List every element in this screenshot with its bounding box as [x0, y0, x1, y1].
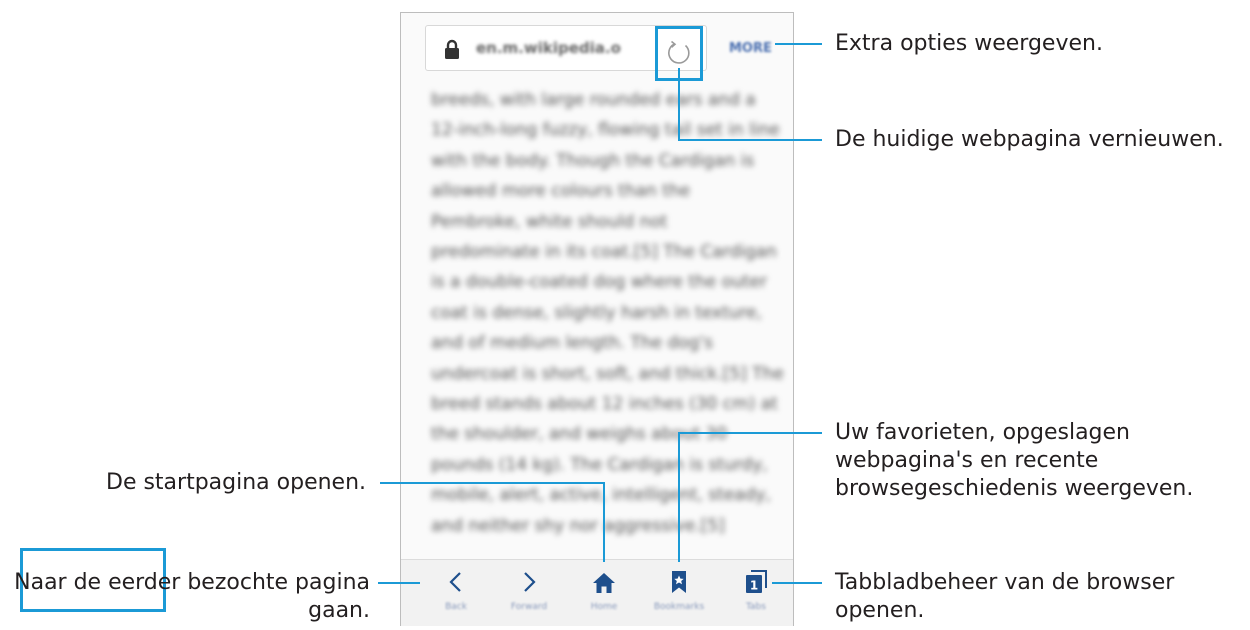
chevron-left-icon: [449, 572, 461, 592]
bookmarks-button[interactable]: Bookmarks: [646, 560, 712, 626]
content-line: with the body. Though the Cardigan is: [431, 150, 755, 171]
tabs-leader-line: [772, 582, 822, 584]
lock-icon: [445, 39, 459, 59]
home-leader-vertical: [603, 482, 605, 562]
callout-tabs: Tabbladbeheer van de browser openen.: [835, 569, 1174, 625]
more-leader-line: [775, 43, 822, 45]
content-line: predominate in its coat.[5] The Cardigan: [431, 242, 777, 263]
content-line: coat is dense, slightly harsh in texture…: [431, 302, 763, 323]
content-line: Pembroke, white should not: [431, 211, 668, 232]
content-line: undercoat is short, soft, and thick.[5] …: [431, 363, 784, 384]
callout-refresh: De huidige webpagina vernieuwen.: [835, 127, 1224, 152]
content-line: pounds (14 kg). The Cardigan is sturdy,: [431, 454, 768, 475]
callout-more: Extra opties weergeven.: [835, 31, 1103, 56]
callout-back-forward-line: Naar de eerder bezochte pagina: [14, 570, 370, 595]
browser-screen: en.m.wikipedia.o MORE breeds, with large…: [400, 12, 794, 626]
tabs-label: Tabs: [746, 602, 766, 612]
callout-back-forward-line: gaan.: [308, 598, 370, 623]
content-line: the shoulder, and weighs about 30: [431, 424, 728, 445]
content-line: breed stands about 12 inches (30 cm) at: [431, 394, 778, 415]
home-leader-horizontal: [380, 482, 605, 484]
bottom-navigation-bar: Back Forward Home Bookmarks 1 Tabs: [401, 559, 793, 626]
bookmarks-leader-horizontal: [678, 432, 822, 434]
callout-bookmarks-line: Uw favorieten, opgeslagen: [835, 420, 1131, 445]
callout-bookmarks: Uw favorieten, opgeslagen webpagina's en…: [835, 419, 1193, 503]
callout-home: De startpagina openen.: [106, 470, 367, 495]
callout-bookmarks-line: browsegeschiedenis weergeven.: [835, 476, 1194, 501]
content-line: allowed more colours than the: [431, 181, 691, 202]
refresh-leader-horizontal: [678, 139, 822, 141]
content-line: and neither shy nor aggressive.[5]: [431, 515, 725, 536]
back-button[interactable]: Back: [423, 560, 489, 626]
content-line: and of medium length. The dog's: [431, 333, 713, 354]
home-button[interactable]: Home: [571, 560, 637, 626]
bookmarks-leader-vertical: [678, 432, 680, 562]
home-label: Home: [590, 602, 618, 612]
home-icon: [593, 573, 615, 593]
callout-tabs-line: openen.: [835, 598, 925, 623]
bookmark-icon: [672, 571, 686, 593]
tab-count: 1: [750, 579, 758, 593]
content-line: is a double-coated dog where the outer: [431, 272, 767, 293]
more-button[interactable]: MORE: [729, 41, 772, 56]
tabs-icon: 1: [746, 570, 767, 593]
url-text: en.m.wikipedia.o: [476, 39, 621, 57]
forward-button[interactable]: Forward: [496, 560, 562, 626]
callout-bookmarks-line: webpagina's en recente: [835, 448, 1099, 473]
refresh-leader-vertical: [678, 68, 680, 140]
tabs-button[interactable]: 1 Tabs: [723, 560, 789, 626]
content-line: mobile, alert, active, intelligent, stea…: [431, 485, 771, 506]
callout-back-forward: Naar de eerder bezochte pagina gaan.: [14, 569, 370, 625]
callout-tabs-line: Tabbladbeheer van de browser: [835, 570, 1175, 595]
webpage-content: breeds, with large rounded ears and a 12…: [431, 85, 784, 541]
content-line: breeds, with large rounded ears and a: [431, 90, 756, 110]
forward-label: Forward: [510, 602, 548, 612]
chevron-right-icon: [524, 572, 536, 592]
refresh-icon: [668, 40, 690, 64]
backfwd-leader-line: [378, 582, 420, 584]
back-label: Back: [445, 602, 467, 612]
bookmarks-label: Bookmarks: [653, 602, 705, 612]
content-line: 12-inch-long fuzzy, flowing tail set in …: [431, 120, 780, 141]
